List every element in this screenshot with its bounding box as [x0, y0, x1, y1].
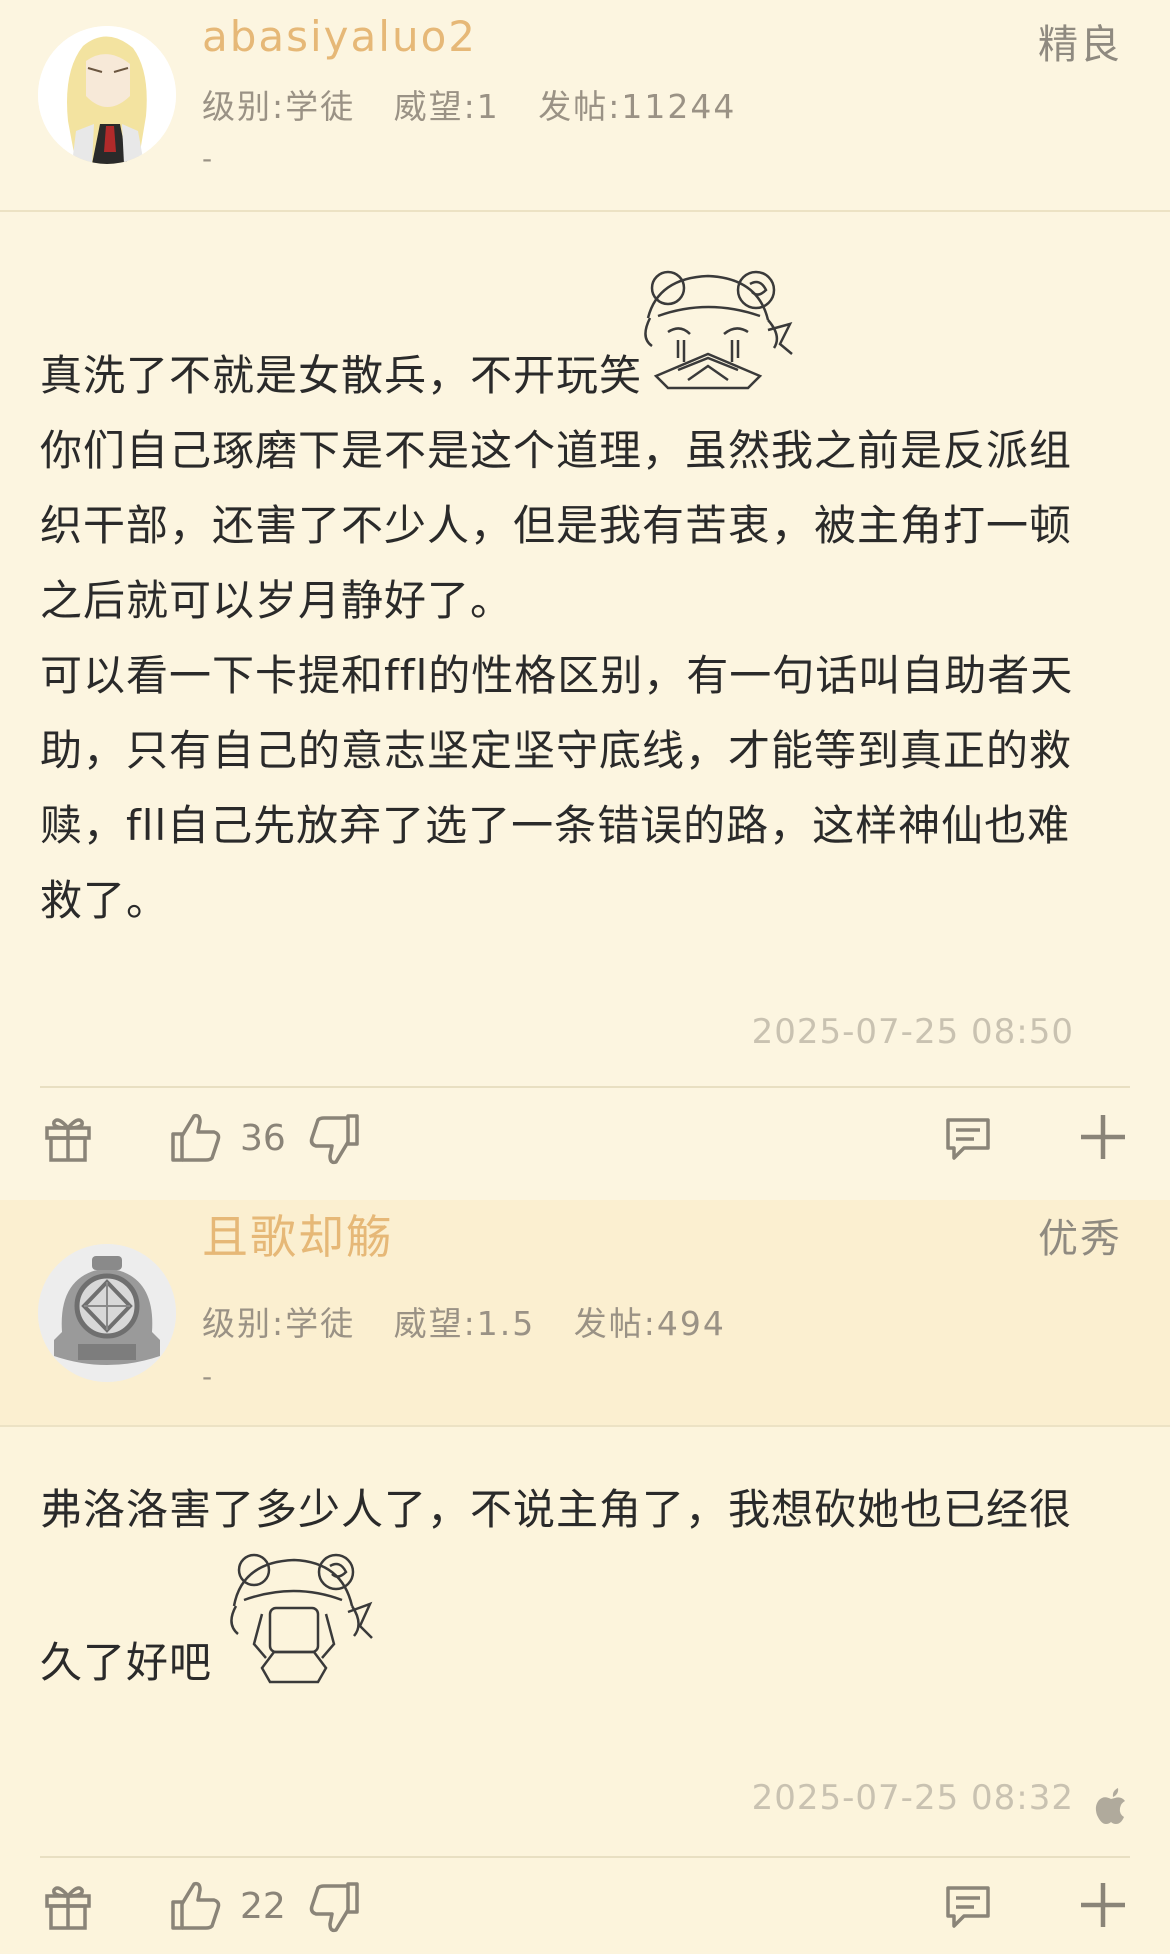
reply-icon — [946, 1886, 990, 1928]
like-count: 36 — [240, 1117, 286, 1159]
content-line: 助，只有自己的意志坚定坚守底线，才能等到真正的救 — [40, 726, 1073, 775]
post-rating: 精良 — [1038, 22, 1122, 68]
reply-icon — [946, 1118, 990, 1160]
gift-button[interactable] — [42, 1880, 94, 1932]
plus-icon — [1081, 1115, 1125, 1159]
content-line: 弗洛洛害了多少人了，不说主角了，我想砍她也已经很 — [40, 1485, 1073, 1534]
apple-icon — [1095, 1788, 1125, 1824]
like-button[interactable]: 36 — [168, 1110, 286, 1166]
divider — [40, 1856, 1130, 1858]
username[interactable]: 且歌却觞 — [202, 1201, 394, 1267]
user-meta: 级别:学徒 威望:1 发帖:11244 — [202, 80, 762, 128]
user-level: 级别:学徒 — [202, 1304, 356, 1343]
user-post-count: 发帖:494 — [573, 1304, 726, 1343]
plus-icon — [1081, 1883, 1125, 1927]
user-signature: - — [202, 142, 213, 175]
avatar[interactable] — [38, 26, 176, 164]
sticker-image — [218, 1548, 378, 1688]
avatar[interactable] — [38, 1244, 176, 1382]
content-line: 可以看一下卡提和ffl的性格区别，有一句话叫自助者天 — [40, 651, 1074, 700]
content-line: 织干部，还害了不少人，但是我有苦衷，被主角打一顿 — [40, 501, 1073, 550]
like-count: 22 — [240, 1885, 286, 1927]
post-actions: 22 — [0, 1868, 1170, 1948]
thumbs-down-icon — [309, 1882, 359, 1933]
content-line: 你们自己琢磨下是不是这个道理，虽然我之前是反派组 — [40, 426, 1073, 475]
content-line: 久了好吧 — [40, 1638, 213, 1687]
post-actions: 36 — [0, 1100, 1170, 1180]
gift-icon — [45, 1886, 91, 1930]
content-line: 救了。 — [40, 876, 170, 925]
thumbs-up-icon — [171, 1113, 221, 1162]
post-content: 真洗了不就是女散兵，不开玩笑 你们自己琢磨下是不是这个道理，虽然我之前是反派组 … — [40, 338, 1130, 938]
post-1: abasiyaluo2 级别:学徒 威望:1 发帖:11244 - 精良 真洗了… — [0, 0, 1170, 1200]
thumbs-down-icon — [309, 1114, 359, 1165]
post-rating: 优秀 — [1038, 1216, 1122, 1262]
content-line: 赎，fll自己先放弃了选了一条错误的路，这样神仙也难 — [40, 801, 1071, 850]
post-timestamp: 2025-07-25 08:32 — [751, 1778, 1074, 1818]
post-content: 弗洛洛害了多少人了，不说主角了，我想砍她也已经很 久了好吧 — [40, 1472, 1130, 1700]
more-button[interactable] — [1078, 1112, 1128, 1162]
like-button[interactable]: 22 — [168, 1878, 286, 1934]
post-timestamp: 2025-07-25 08:50 — [751, 1012, 1074, 1052]
user-signature: - — [202, 1360, 213, 1393]
user-prestige: 威望:1.5 — [393, 1304, 536, 1343]
dislike-button[interactable] — [306, 1880, 362, 1936]
post-header: abasiyaluo2 级别:学徒 威望:1 发帖:11244 - 精良 — [0, 0, 1170, 212]
content-line: 之后就可以岁月静好了。 — [40, 576, 514, 625]
user-prestige: 威望:1 — [393, 87, 500, 126]
user-post-count: 发帖:11244 — [538, 87, 737, 126]
user-level: 级别:学徒 — [202, 87, 356, 126]
reply-button[interactable] — [942, 1880, 994, 1932]
divider — [40, 1086, 1130, 1088]
gift-button[interactable] — [42, 1112, 94, 1164]
thumbs-up-icon — [171, 1881, 221, 1930]
more-button[interactable] — [1078, 1880, 1128, 1930]
reply-button[interactable] — [942, 1112, 994, 1164]
post-header: 且歌却觞 级别:学徒 威望:1.5 发帖:494 - 优秀 — [0, 1200, 1170, 1427]
user-meta: 级别:学徒 威望:1.5 发帖:494 — [202, 1297, 752, 1345]
username[interactable]: abasiyaluo2 — [202, 12, 477, 61]
gift-icon — [45, 1118, 91, 1162]
dislike-button[interactable] — [306, 1112, 362, 1168]
content-line: 真洗了不就是女散兵，不开玩笑 — [40, 351, 643, 400]
